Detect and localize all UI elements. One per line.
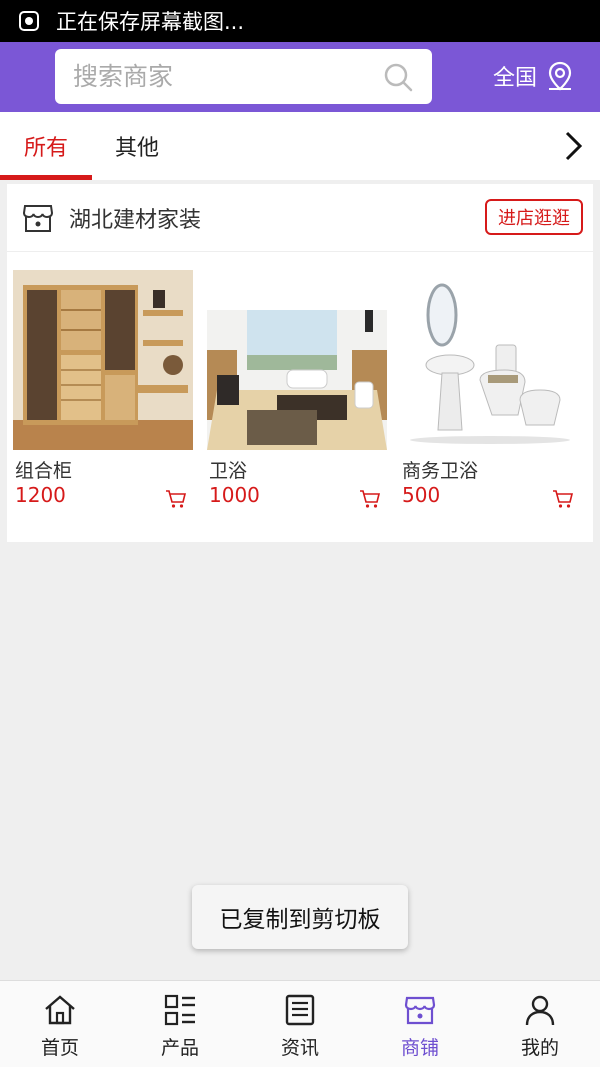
product-name: 卫浴 bbox=[209, 460, 248, 482]
shop-card: 湖北建材家装 进店逛逛 组合柜 1200 卫浴 1000 商务卫浴 500 bbox=[7, 184, 593, 542]
product-item[interactable]: 组合柜 1200 bbox=[13, 270, 193, 508]
nav-label: 我的 bbox=[520, 1037, 559, 1059]
header-bar: 全国 bbox=[0, 42, 600, 112]
category-tabs: 所有 其他 bbox=[0, 112, 600, 180]
tab-label: 所有 bbox=[23, 136, 68, 161]
product-image-bathroom[interactable] bbox=[207, 270, 387, 450]
product-image-cabinet[interactable] bbox=[13, 270, 193, 450]
product-image-toilet-basin[interactable] bbox=[400, 270, 580, 450]
product-list: 组合柜 1200 卫浴 1000 商务卫浴 500 bbox=[7, 270, 593, 530]
search-icon[interactable] bbox=[382, 61, 414, 93]
product-price: 1200 bbox=[15, 483, 66, 507]
nav-label: 商铺 bbox=[400, 1037, 439, 1059]
news-icon bbox=[285, 994, 315, 1026]
grid-list-icon bbox=[164, 994, 195, 1026]
nav-item-home[interactable]: 首页 bbox=[0, 981, 120, 1067]
product-price: 500 bbox=[402, 483, 441, 507]
shop-header[interactable]: 湖北建材家装 进店逛逛 bbox=[7, 184, 593, 252]
chevron-right-icon[interactable] bbox=[558, 128, 588, 164]
enter-shop-button[interactable]: 进店逛逛 bbox=[485, 199, 583, 235]
home-icon bbox=[45, 995, 75, 1025]
bottom-nav: 首页 产品 资讯 商铺 我的 bbox=[0, 980, 600, 1067]
region-label: 全国 bbox=[493, 66, 538, 91]
location-pin-icon bbox=[548, 61, 572, 91]
status-text: 正在保存屏幕截图... bbox=[56, 10, 245, 34]
cart-icon[interactable] bbox=[165, 488, 187, 510]
product-item[interactable]: 卫浴 1000 bbox=[207, 270, 387, 508]
product-price: 1000 bbox=[209, 483, 260, 507]
screenshot-icon bbox=[19, 11, 39, 31]
nav-label: 首页 bbox=[40, 1037, 79, 1059]
cart-icon[interactable] bbox=[359, 488, 381, 510]
nav-item-products[interactable]: 产品 bbox=[120, 981, 240, 1067]
nav-item-shops[interactable]: 商铺 bbox=[360, 981, 480, 1067]
nav-label: 资讯 bbox=[280, 1037, 319, 1059]
tab-other[interactable]: 其他 bbox=[92, 112, 182, 180]
shop-name: 湖北建材家装 bbox=[69, 207, 202, 233]
nav-item-me[interactable]: 我的 bbox=[480, 981, 600, 1067]
product-name: 商务卫浴 bbox=[402, 460, 479, 482]
nav-label: 产品 bbox=[160, 1037, 199, 1059]
store-icon bbox=[404, 996, 436, 1025]
toast-message: 已复制到剪切板 bbox=[192, 885, 408, 949]
tab-label: 其他 bbox=[114, 136, 159, 161]
user-icon bbox=[525, 995, 555, 1026]
nav-item-news[interactable]: 资讯 bbox=[240, 981, 360, 1067]
product-item[interactable]: 商务卫浴 500 bbox=[400, 270, 580, 508]
store-icon bbox=[22, 204, 54, 232]
status-bar: 正在保存屏幕截图... bbox=[0, 0, 600, 42]
tab-all[interactable]: 所有 bbox=[0, 112, 92, 180]
search-input[interactable] bbox=[73, 62, 363, 91]
region-selector[interactable]: 全国 bbox=[493, 60, 575, 92]
active-tab-indicator bbox=[0, 175, 92, 180]
search-box[interactable] bbox=[55, 49, 432, 104]
product-name: 组合柜 bbox=[15, 460, 73, 482]
cart-icon[interactable] bbox=[552, 488, 574, 510]
